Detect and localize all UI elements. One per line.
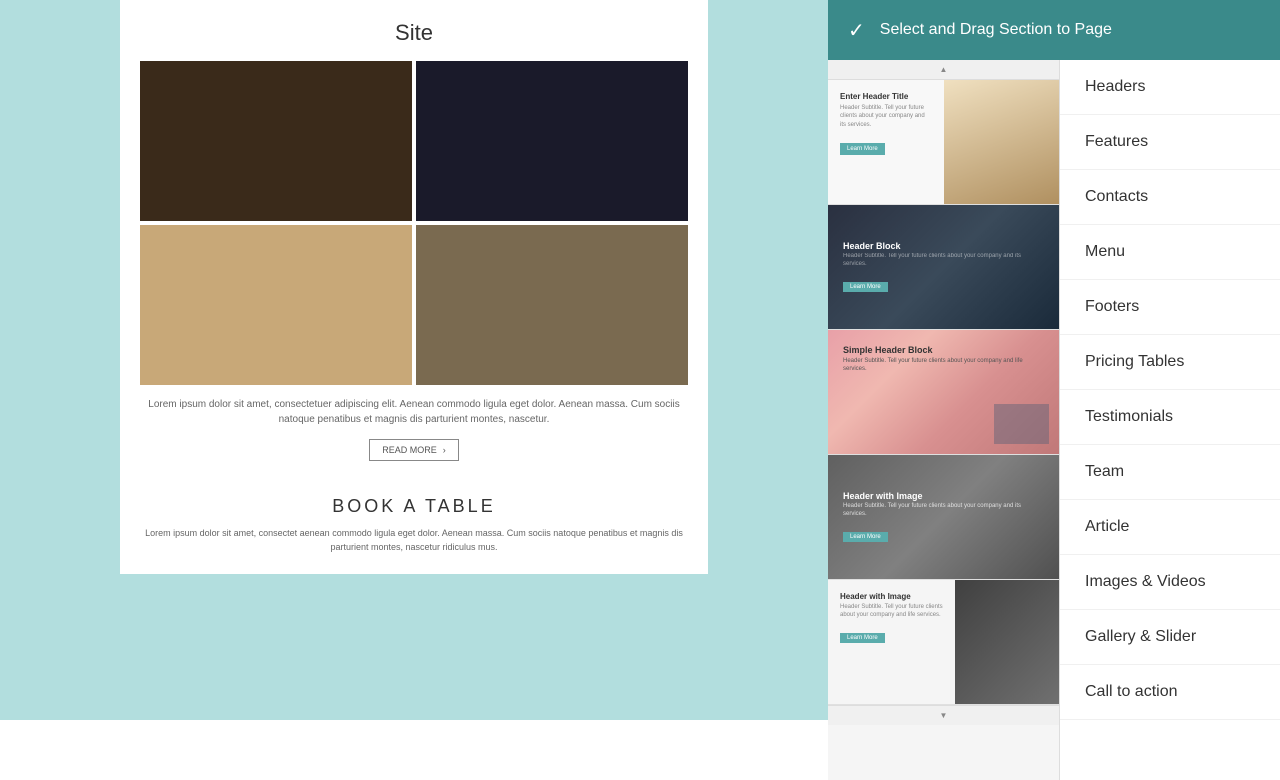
- book-table-title: BOOK A TABLE: [140, 496, 688, 517]
- thumb3-content: Simple Header Block Header Subtitle. Tel…: [828, 330, 1059, 389]
- thumbnail-header-image[interactable]: Header with Image Header Subtitle. Tell …: [828, 455, 1059, 580]
- thumb2-bg: Header Block Header Subtitle. Tell your …: [828, 205, 1059, 329]
- thumb1-title: Enter Header Title: [840, 92, 932, 101]
- thumb1-subtitle: Header Subtitle. Tell your future client…: [840, 104, 932, 129]
- scroll-down-button[interactable]: ▼: [828, 705, 1059, 725]
- thumb4-btn: Learn More: [843, 532, 888, 542]
- right-panel: ✓ Select and Drag Section to Page ▲ Ente…: [828, 0, 1280, 720]
- thumbnails-column: ▲ Enter Header Title Header Subtitle. Te…: [828, 60, 1060, 780]
- thumbnail-simple-header[interactable]: Simple Header Block Header Subtitle. Tel…: [828, 330, 1059, 455]
- top-bar-title: Select and Drag Section to Page: [880, 21, 1112, 39]
- site-title: Site: [140, 20, 688, 46]
- category-features[interactable]: Features: [1060, 115, 1280, 170]
- read-more-label: READ MORE: [382, 445, 437, 455]
- thumb2-subtitle: Header Subtitle. Tell your future client…: [843, 253, 1044, 269]
- photo-grid: [140, 61, 688, 385]
- category-pricing-tables[interactable]: Pricing Tables: [1060, 335, 1280, 390]
- thumb5-title: Header with Image: [840, 592, 943, 601]
- thumbnail-enter-header[interactable]: Enter Header Title Header Subtitle. Tell…: [828, 80, 1059, 205]
- category-team[interactable]: Team: [1060, 445, 1280, 500]
- photo-bar: [416, 61, 688, 221]
- category-images-videos[interactable]: Images & Videos: [1060, 555, 1280, 610]
- photo-wine: [140, 61, 412, 221]
- category-menu[interactable]: Menu: [1060, 225, 1280, 280]
- thumb5-left: Header with Image Header Subtitle. Tell …: [828, 580, 955, 704]
- page-preview: Site Lorem ipsum dolor sit amet, consect…: [120, 0, 708, 574]
- top-bar: ✓ Select and Drag Section to Page: [828, 0, 1280, 60]
- thumb5-image: [955, 580, 1059, 704]
- categories-column: Headers Features Contacts Menu Footers P…: [1060, 60, 1280, 780]
- arrow-right-icon: ›: [443, 445, 446, 455]
- thumb2-content: Header Block Header Subtitle. Tell your …: [828, 226, 1059, 308]
- thumb2-title: Header Block: [843, 241, 1044, 251]
- book-table-text: Lorem ipsum dolor sit amet, consectet ae…: [140, 527, 688, 554]
- thumb4-bg: Header with Image Header Subtitle. Tell …: [828, 455, 1059, 579]
- book-table-section: BOOK A TABLE Lorem ipsum dolor sit amet,…: [140, 481, 688, 554]
- thumb4-content: Header with Image Header Subtitle. Tell …: [828, 476, 1059, 558]
- thumb2-btn: Learn More: [843, 282, 888, 292]
- thumb3-title: Simple Header Block: [843, 345, 1044, 355]
- lorem-text: Lorem ipsum dolor sit amet, consectetuer…: [140, 397, 688, 427]
- category-article[interactable]: Article: [1060, 500, 1280, 555]
- thumb5-btn: Learn More: [840, 633, 885, 643]
- chevron-up-icon: ▲: [940, 65, 948, 74]
- thumb3-device-icon: [994, 404, 1049, 444]
- category-headers[interactable]: Headers: [1060, 60, 1280, 115]
- read-more-button[interactable]: READ MORE ›: [369, 439, 459, 461]
- category-testimonials[interactable]: Testimonials: [1060, 390, 1280, 445]
- check-icon: ✓: [848, 18, 865, 43]
- scroll-up-button[interactable]: ▲: [828, 60, 1059, 80]
- thumb4-title: Header with Image: [843, 491, 1044, 501]
- category-contacts[interactable]: Contacts: [1060, 170, 1280, 225]
- thumb5-subtitle: Header Subtitle. Tell your future client…: [840, 604, 943, 620]
- category-gallery-slider[interactable]: Gallery & Slider: [1060, 610, 1280, 665]
- thumb3-subtitle: Header Subtitle. Tell your future client…: [843, 358, 1044, 374]
- content-area: Site Lorem ipsum dolor sit amet, consect…: [0, 0, 828, 720]
- thumbnail-header-block[interactable]: Header Block Header Subtitle. Tell your …: [828, 205, 1059, 330]
- thumbnail-header-image-2[interactable]: Header with Image Header Subtitle. Tell …: [828, 580, 1059, 705]
- thumb1-image: [944, 80, 1060, 204]
- photo-salad: [140, 225, 412, 385]
- category-footers[interactable]: Footers: [1060, 280, 1280, 335]
- chevron-down-icon: ▼: [940, 711, 948, 720]
- thumb1-btn: Learn More: [840, 143, 885, 155]
- category-call-to-action[interactable]: Call to action: [1060, 665, 1280, 720]
- thumb4-subtitle: Header Subtitle. Tell your future client…: [843, 503, 1044, 519]
- thumb5-layout: Header with Image Header Subtitle. Tell …: [828, 580, 1059, 704]
- photo-food: [416, 225, 688, 385]
